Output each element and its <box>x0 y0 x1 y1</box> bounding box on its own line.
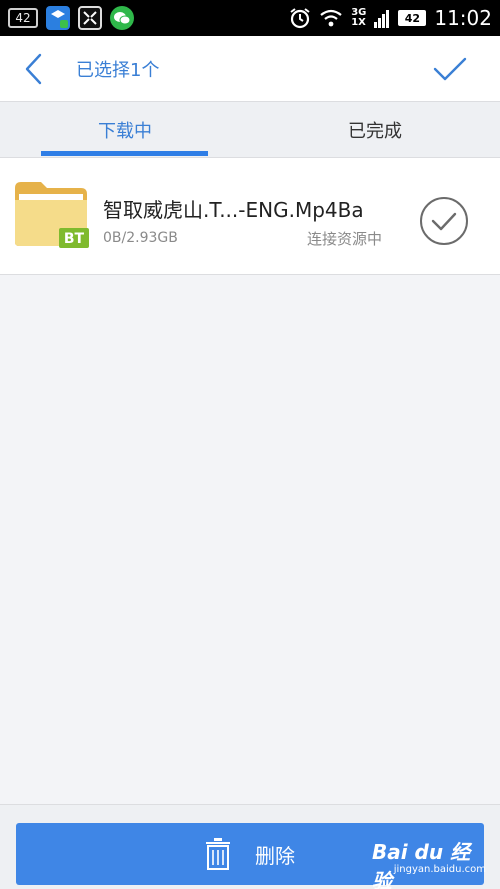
download-name: 智取威虎山.T...-ENG.Mp4Ba <box>103 198 364 222</box>
battery-icon: 42 <box>398 10 427 26</box>
wifi-icon <box>320 9 342 27</box>
tab-bar: 下载中 已完成 <box>0 102 500 158</box>
signal-icon <box>374 10 390 28</box>
watermark-url: jingyan.baidu.com <box>393 864 486 875</box>
selected-check-icon[interactable] <box>419 196 469 246</box>
download-size: 0B/2.93GB <box>103 230 178 246</box>
page-title: 已选择1个 <box>76 60 160 81</box>
bt-folder-icon: BT <box>15 182 89 248</box>
watermark-logo: Bai du 经验 <box>372 840 471 889</box>
wechat-icon <box>110 6 134 30</box>
tab-downloading[interactable]: 下载中 <box>0 102 250 158</box>
trash-icon <box>206 838 230 870</box>
download-status: 连接资源中 <box>306 230 382 248</box>
action-bar: 已选择1个 <box>0 36 500 102</box>
notification-count: 42 <box>8 8 38 28</box>
delete-label: 删除 <box>255 843 295 868</box>
notification-area: 42 <box>8 4 134 32</box>
bt-badge: BT <box>64 231 85 247</box>
chevron-left-icon <box>25 53 42 85</box>
check-icon <box>433 57 467 81</box>
confirm-button[interactable] <box>430 50 470 88</box>
tab-completed[interactable]: 已完成 <box>250 102 500 158</box>
status-bar: 42 3G 1X 42 11:02 <box>0 0 500 36</box>
clock: 11:02 <box>434 6 492 30</box>
cat-app-icon <box>78 6 102 30</box>
download-item[interactable]: BT 智取威虎山.T...-ENG.Mp4Ba 0B/2.93GB 连接资源中 <box>0 158 500 275</box>
system-status-area: 3G 1X 42 11:02 <box>289 4 492 32</box>
tab-indicator <box>41 151 208 156</box>
back-button[interactable] <box>14 50 52 88</box>
app-notification-icon <box>46 6 70 30</box>
network-type-1x: 1X <box>351 17 366 28</box>
alarm-icon <box>290 8 310 29</box>
mobile-network-indicator: 3G 1X <box>351 8 366 28</box>
baidu-watermark: Bai du 经验 jingyan.baidu.com <box>372 832 492 889</box>
